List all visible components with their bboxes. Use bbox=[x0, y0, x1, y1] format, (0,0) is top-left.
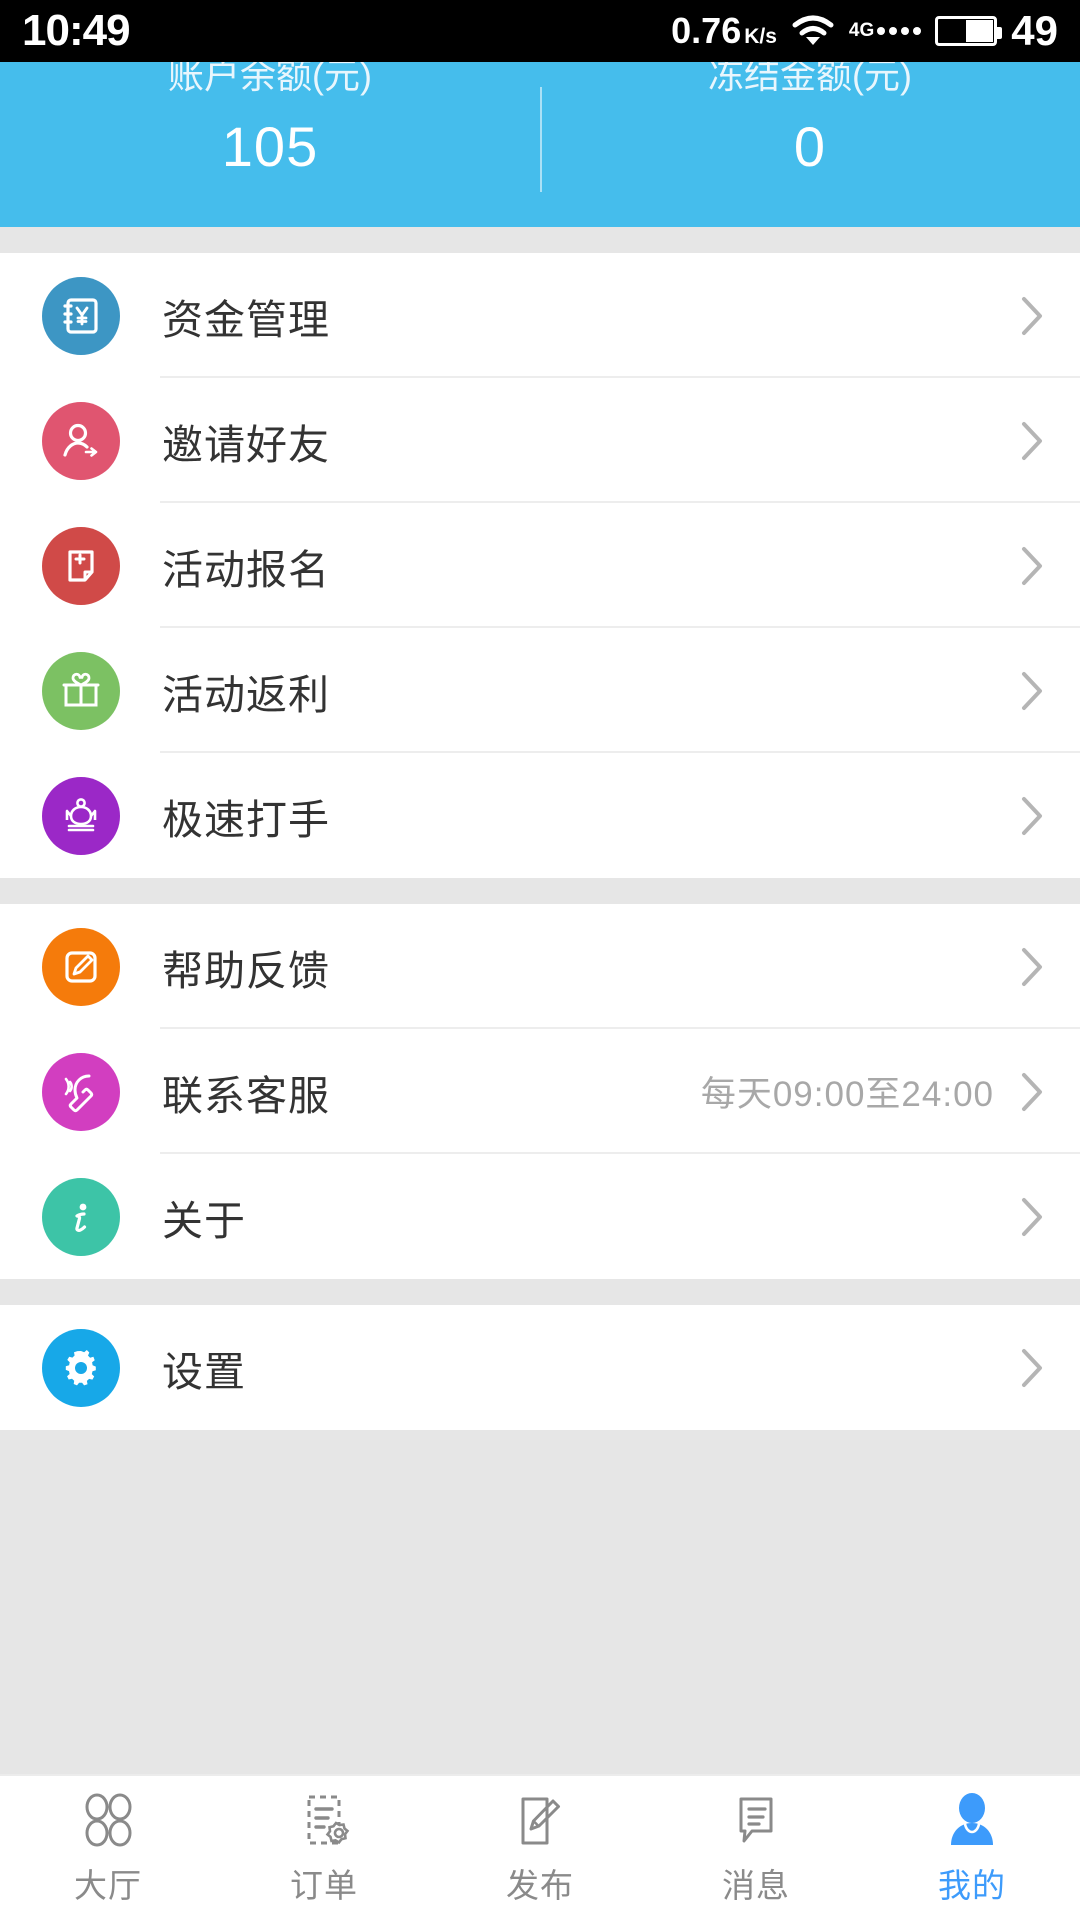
section-gap bbox=[0, 1279, 1080, 1305]
status-bar: 10:49 0.76 K/s 4G 49 bbox=[0, 0, 1080, 62]
empty-area bbox=[0, 1430, 1080, 1660]
frozen-amount-block[interactable]: 冻结金额(元) 0 bbox=[540, 62, 1080, 227]
menu-item-label: 邀请好友 bbox=[162, 421, 330, 468]
signal-dots-icon bbox=[877, 27, 922, 35]
mobile-network-indicator: 4G bbox=[848, 20, 922, 42]
menu-item-label: 联系客服 bbox=[162, 1072, 330, 1119]
menu-item-extra: 每天09:00至24:00 bbox=[700, 1075, 994, 1114]
battery-percent: 49 bbox=[1011, 7, 1058, 54]
invite-friend-icon bbox=[42, 401, 120, 480]
network-speed: 0.76 K/s bbox=[671, 10, 777, 52]
app-screen: 10:49 0.76 K/s 4G 49 账户余额(元) 105 冻结金额(元)… bbox=[0, 0, 1080, 1920]
menu-item-settings[interactable]: 设置 bbox=[0, 1305, 1080, 1430]
chevron-right-icon bbox=[1020, 544, 1046, 588]
menu-item-event-rebate[interactable]: 活动返利 bbox=[0, 628, 1080, 753]
grid-circles-icon bbox=[77, 1789, 139, 1851]
chevron-right-icon bbox=[1020, 1346, 1046, 1390]
network-speed-unit: K/s bbox=[744, 25, 777, 48]
tab-label: 订单 bbox=[290, 1867, 358, 1904]
tab-orders[interactable]: 订单 bbox=[216, 1776, 432, 1920]
chevron-right-icon bbox=[1020, 669, 1046, 713]
frozen-amount-value: 0 bbox=[793, 114, 827, 178]
account-balance-block[interactable]: 账户余额(元) 105 bbox=[0, 62, 540, 227]
wifi-icon bbox=[791, 14, 835, 48]
tab-hall[interactable]: 大厅 bbox=[0, 1776, 216, 1920]
balance-header: 账户余额(元) 105 冻结金额(元) 0 bbox=[0, 62, 1080, 227]
ledger-yuan-icon bbox=[42, 276, 120, 355]
crown-icon bbox=[42, 776, 120, 855]
phone-icon bbox=[42, 1052, 120, 1131]
tab-label: 我的 bbox=[938, 1867, 1006, 1904]
balance-divider bbox=[540, 87, 542, 192]
message-bubble-icon bbox=[725, 1789, 787, 1851]
chevron-right-icon bbox=[1020, 794, 1046, 838]
chevron-right-icon bbox=[1020, 945, 1046, 989]
document-plus-icon bbox=[42, 526, 120, 605]
menu-group-settings: 设置 bbox=[0, 1305, 1080, 1430]
tab-label: 发布 bbox=[506, 1867, 574, 1904]
menu-item-label: 帮助反馈 bbox=[162, 947, 330, 994]
section-gap bbox=[0, 227, 1080, 253]
menu-group-services: 资金管理 邀请好友 活动报名 活动返利 极速打手 bbox=[0, 253, 1080, 878]
tab-messages[interactable]: 消息 bbox=[648, 1776, 864, 1920]
menu-item-invite-friends[interactable]: 邀请好友 bbox=[0, 378, 1080, 503]
order-list-icon bbox=[293, 1789, 355, 1851]
menu-group-support: 帮助反馈 联系客服 每天09:00至24:00 关于 bbox=[0, 904, 1080, 1279]
edit-square-icon bbox=[42, 927, 120, 1006]
menu-item-label: 资金管理 bbox=[162, 296, 330, 343]
network-type-label: 4G bbox=[848, 20, 875, 41]
menu-item-label: 关于 bbox=[162, 1197, 246, 1244]
chevron-right-icon bbox=[1020, 1070, 1046, 1114]
menu-item-label: 活动返利 bbox=[162, 671, 330, 718]
tab-label: 大厅 bbox=[74, 1867, 142, 1904]
menu-item-contact-support[interactable]: 联系客服 每天09:00至24:00 bbox=[0, 1029, 1080, 1154]
battery-icon bbox=[935, 16, 1003, 46]
account-balance-value: 105 bbox=[221, 114, 319, 178]
chevron-right-icon bbox=[1020, 294, 1046, 338]
gift-icon bbox=[42, 651, 120, 730]
menu-item-label: 极速打手 bbox=[162, 796, 330, 843]
bottom-tab-bar: 大厅 订单 发布 消息 我的 bbox=[0, 1774, 1080, 1920]
network-speed-value: 0.76 bbox=[671, 10, 742, 51]
section-gap bbox=[0, 878, 1080, 904]
chevron-right-icon bbox=[1020, 1195, 1046, 1239]
tab-publish[interactable]: 发布 bbox=[432, 1776, 648, 1920]
info-icon bbox=[42, 1177, 120, 1256]
menu-item-fund-management[interactable]: 资金管理 bbox=[0, 253, 1080, 378]
menu-item-about[interactable]: 关于 bbox=[0, 1154, 1080, 1279]
menu-item-label: 设置 bbox=[162, 1348, 246, 1395]
account-balance-label: 账户余额(元) bbox=[168, 62, 372, 96]
gear-icon bbox=[42, 1328, 120, 1407]
chevron-right-icon bbox=[1020, 419, 1046, 463]
tab-mine[interactable]: 我的 bbox=[864, 1776, 1080, 1920]
publish-pencil-icon bbox=[509, 1789, 571, 1851]
frozen-amount-label: 冻结金额(元) bbox=[708, 62, 912, 96]
menu-item-speed-master[interactable]: 极速打手 bbox=[0, 753, 1080, 878]
status-time: 10:49 bbox=[22, 6, 131, 55]
menu-item-label: 活动报名 bbox=[162, 546, 330, 593]
status-indicators: 0.76 K/s 4G 49 bbox=[671, 7, 1058, 55]
menu-item-help-feedback[interactable]: 帮助反馈 bbox=[0, 904, 1080, 1029]
user-profile-icon bbox=[941, 1789, 1003, 1851]
menu-item-event-registration[interactable]: 活动报名 bbox=[0, 503, 1080, 628]
tab-label: 消息 bbox=[722, 1867, 790, 1904]
